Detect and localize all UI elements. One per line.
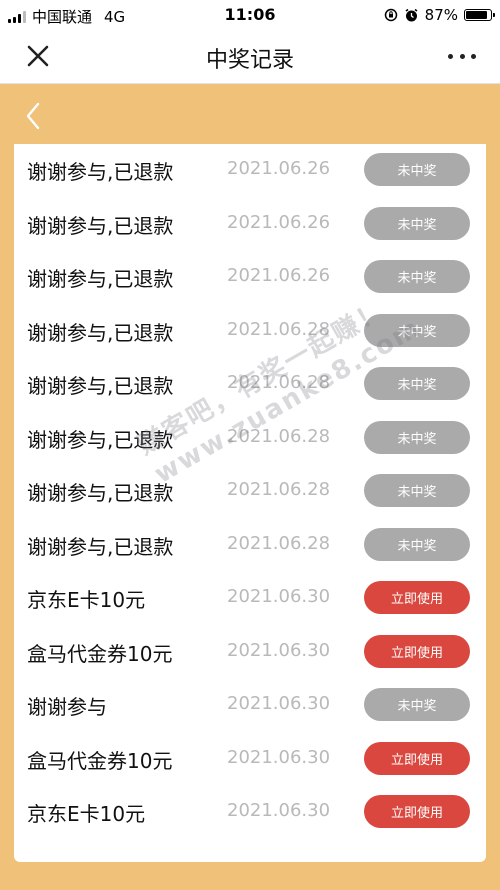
record-name: 盒马代金券10元 [27, 748, 173, 773]
record-date: 2021.06.26 [227, 211, 331, 233]
record-row: 谢谢参与,已退款 2021.06.28 未中奖 [14, 305, 486, 359]
record-name: 京东E卡10元 [27, 802, 146, 826]
page-title: 中奖记录 [205, 48, 294, 73]
record-date: 2021.06.28 [227, 532, 331, 554]
record-date: 2021.06.28 [227, 318, 331, 340]
not-won-button[interactable]: 未中奖 [364, 367, 470, 400]
record-row: 谢谢参与,已退款 2021.06.26 未中奖 [14, 198, 486, 252]
record-name: 谢谢参与,已退款 [27, 374, 174, 398]
record-list: 谢谢参与,已退款 2021.06.26 未中奖 谢谢参与,已退款 2021.06.26 未… [14, 144, 486, 862]
record-date: 2021.06.30 [227, 800, 331, 821]
battery-fill [466, 11, 487, 19]
record-row: 谢谢参与,已退款 2021.06.26 未中奖 [14, 144, 486, 198]
not-won-button[interactable]: 未中奖 [364, 420, 470, 454]
record-name: 谢谢参与,已退款 [27, 213, 174, 238]
record-name: 谢谢参与,已退款 [27, 160, 174, 184]
not-won-button[interactable]: 未中奖 [364, 206, 470, 240]
record-row: 谢谢参与 2021.06.30 未中奖 [14, 679, 486, 733]
battery-percent: 87% [424, 6, 458, 24]
more-icon[interactable] [448, 42, 476, 70]
record-row: 盒马代金券10元 2021.06.30 立即使用 [14, 626, 486, 680]
not-won-button[interactable]: 未中奖 [364, 474, 470, 507]
record-date: 2021.06.30 [227, 586, 331, 607]
alarm-icon [405, 8, 418, 21]
not-won-button[interactable]: 未中奖 [364, 260, 470, 293]
record-row: 谢谢参与,已退款 2021.06.28 未中奖 [14, 412, 486, 466]
not-won-button[interactable]: 未中奖 [364, 688, 470, 721]
record-date: 2021.06.28 [227, 479, 331, 500]
record-row: 盒马代金券10元 2021.06.30 立即使用 [14, 733, 486, 787]
record-row: 谢谢参与,已退款 2021.06.28 未中奖 [14, 465, 486, 519]
use-now-button[interactable]: 立即使用 [364, 741, 470, 775]
record-date: 2021.06.28 [227, 425, 331, 447]
not-won-button[interactable]: 未中奖 [364, 527, 470, 561]
record-row: 京东E卡10元 2021.06.30 立即使用 [14, 786, 486, 840]
record-name: 谢谢参与 [27, 695, 107, 719]
chevron-left-icon[interactable] [22, 100, 46, 132]
use-now-button[interactable]: 立即使用 [364, 795, 470, 828]
record-date: 2021.06.26 [227, 265, 331, 286]
not-won-button[interactable]: 未中奖 [364, 153, 470, 186]
use-now-button[interactable]: 立即使用 [364, 581, 470, 614]
status-bar: 中国联通 4G 11:06 87% [0, 0, 500, 30]
record-date: 2021.06.30 [227, 693, 331, 714]
record-date: 2021.06.30 [227, 639, 331, 661]
not-won-button[interactable]: 未中奖 [364, 313, 470, 347]
record-date: 2021.06.26 [227, 158, 331, 179]
status-right: 87% [384, 6, 495, 24]
record-date: 2021.06.28 [227, 372, 331, 393]
record-row: 谢谢参与,已退款 2021.06.28 未中奖 [14, 519, 486, 573]
record-name: 谢谢参与,已退款 [27, 267, 174, 291]
record-row: 谢谢参与,已退款 2021.06.28 未中奖 [14, 358, 486, 412]
use-now-button[interactable]: 立即使用 [364, 634, 470, 668]
record-name: 谢谢参与,已退款 [27, 427, 174, 452]
record-row: 谢谢参与,已退款 2021.06.26 未中奖 [14, 251, 486, 305]
record-name: 盒马代金券10元 [27, 641, 173, 666]
record-row: 京东E卡10元 2021.06.30 立即使用 [14, 572, 486, 626]
battery-icon [464, 9, 495, 21]
orientation-lock-icon [384, 8, 397, 22]
record-name: 谢谢参与,已退款 [27, 320, 174, 345]
record-name: 谢谢参与,已退款 [27, 481, 174, 505]
record-name: 京东E卡10元 [27, 588, 146, 612]
nav-bar: 中奖记录 [0, 30, 500, 84]
record-date: 2021.06.30 [227, 746, 331, 768]
record-name: 谢谢参与,已退款 [27, 534, 174, 559]
